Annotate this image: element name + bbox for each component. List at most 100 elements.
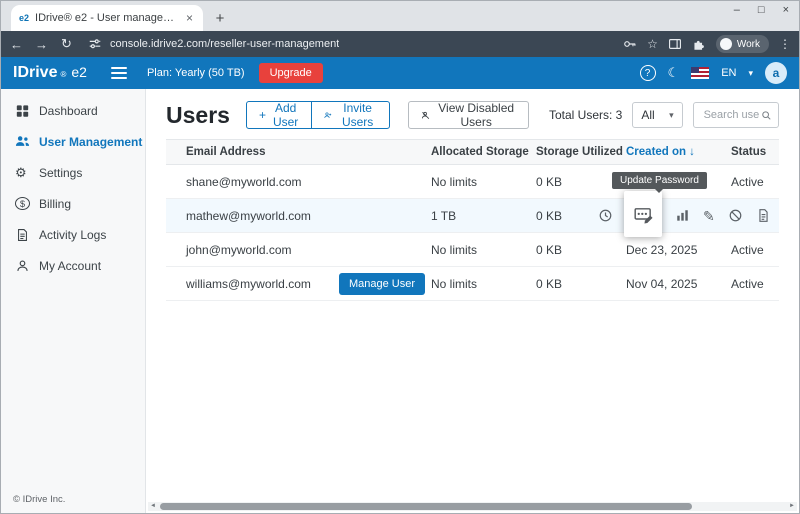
created-on-label: Created on bbox=[626, 146, 686, 158]
tab-favicon-icon: e2 bbox=[19, 13, 29, 23]
sidebar-item-label: User Management bbox=[39, 135, 142, 149]
allocated-cell: 1 TB bbox=[431, 209, 536, 223]
total-users-label: Total Users: 3 bbox=[549, 108, 622, 122]
table-header-row: Email Address Allocated Storage Storage … bbox=[166, 139, 779, 165]
hamburger-menu-icon[interactable] bbox=[111, 67, 127, 79]
created-cell: Nov 04, 2025 bbox=[626, 277, 731, 291]
allocated-cell: No limits bbox=[431, 243, 536, 257]
forward-icon[interactable]: → bbox=[34, 37, 49, 52]
url-text: console.idrive2.com/reseller-user-manage… bbox=[110, 38, 339, 50]
side-panel-icon[interactable] bbox=[668, 37, 682, 51]
browser-tab[interactable]: e2 IDrive® e2 - User management × bbox=[11, 5, 203, 31]
app-body: Dashboard User Management ⚙ Settings $ B… bbox=[1, 89, 799, 513]
dashboard-icon bbox=[15, 104, 30, 118]
table-row[interactable]: mathew@myworld.com 1 TB 0 KB bbox=[166, 199, 779, 233]
tab-strip: e2 IDrive® e2 - User management × + – □ … bbox=[1, 1, 799, 31]
view-disabled-users-button[interactable]: View Disabled Users bbox=[408, 101, 529, 129]
billing-dollar-icon: $ bbox=[15, 197, 30, 210]
created-cell: Dec 23, 2025 bbox=[626, 243, 731, 257]
browser-window: e2 IDrive® e2 - User management × + – □ … bbox=[0, 0, 800, 514]
language-label[interactable]: EN bbox=[721, 67, 736, 79]
profile-avatar-icon bbox=[720, 38, 732, 50]
email-cell: john@myworld.com bbox=[166, 243, 431, 257]
copyright-text: © IDrive Inc. bbox=[13, 494, 65, 505]
gear-icon: ⚙ bbox=[15, 166, 30, 179]
site-info-icon[interactable] bbox=[88, 37, 102, 51]
table-row[interactable]: john@myworld.com No limits 0 KB Dec 23, … bbox=[166, 233, 779, 267]
back-icon[interactable]: ← bbox=[9, 37, 24, 52]
close-icon[interactable]: × bbox=[783, 4, 789, 16]
dark-mode-moon-icon[interactable]: ☾ bbox=[668, 65, 680, 81]
user-filter-select[interactable]: All ▾ bbox=[632, 102, 682, 128]
scroll-left-icon[interactable]: ◄ bbox=[148, 502, 158, 511]
sidebar-item-label: My Account bbox=[39, 259, 101, 273]
sidebar-item-settings[interactable]: ⚙ Settings bbox=[1, 157, 145, 188]
browser-menu-icon[interactable]: ⋮ bbox=[779, 37, 791, 51]
col-header-allocated: Allocated Storage bbox=[431, 146, 536, 158]
horizontal-scrollbar[interactable]: ◄ ► bbox=[148, 502, 797, 511]
table-row[interactable]: williams@myworld.com Manage User No limi… bbox=[166, 267, 779, 301]
extensions-puzzle-icon[interactable] bbox=[692, 37, 706, 51]
email-cell: mathew@myworld.com bbox=[166, 209, 431, 223]
col-header-created[interactable]: Created on ↓ bbox=[626, 146, 731, 158]
update-password-button[interactable] bbox=[624, 191, 662, 237]
add-user-button[interactable]: + Add User bbox=[246, 101, 312, 129]
tab-title: IDrive® e2 - User management bbox=[35, 12, 178, 24]
logo-brand: IDrive bbox=[13, 64, 57, 82]
search-box bbox=[693, 102, 779, 128]
account-person-icon bbox=[15, 259, 30, 273]
minimize-icon[interactable]: – bbox=[734, 4, 740, 16]
search-input[interactable] bbox=[702, 108, 762, 122]
sidebar-item-label: Billing bbox=[39, 197, 71, 211]
scroll-right-icon[interactable]: ► bbox=[787, 502, 797, 511]
bookmark-star-icon[interactable]: ☆ bbox=[647, 37, 658, 51]
browser-profile-chip[interactable]: Work bbox=[716, 35, 769, 53]
edit-pencil-icon[interactable]: ✎ bbox=[703, 209, 715, 223]
access-history-clock-icon[interactable] bbox=[598, 208, 613, 223]
upgrade-button[interactable]: Upgrade bbox=[259, 63, 323, 83]
email-cell: williams@myworld.com Manage User bbox=[166, 273, 431, 295]
invite-users-label: Invite Users bbox=[338, 101, 377, 129]
sidebar: Dashboard User Management ⚙ Settings $ B… bbox=[1, 89, 146, 513]
sidebar-item-activity-logs[interactable]: Activity Logs bbox=[1, 219, 145, 250]
idrive-logo[interactable]: IDrive ® e2 bbox=[13, 64, 87, 82]
reload-icon[interactable]: ↻ bbox=[59, 36, 74, 52]
new-tab-button[interactable]: + bbox=[209, 7, 231, 29]
toolbar-actions: ☆ Work ⋮ bbox=[623, 35, 791, 53]
invite-users-button[interactable]: Invite Users bbox=[311, 101, 390, 129]
page-title: Users bbox=[166, 102, 230, 129]
logo-product: e2 bbox=[71, 64, 87, 80]
sidebar-item-my-account[interactable]: My Account bbox=[1, 250, 145, 281]
scrollbar-thumb[interactable] bbox=[160, 503, 692, 510]
email-text: williams@myworld.com bbox=[186, 277, 311, 291]
utilized-cell: 0 KB bbox=[536, 277, 626, 291]
sidebar-item-dashboard[interactable]: Dashboard bbox=[1, 95, 145, 126]
maximize-icon[interactable]: □ bbox=[758, 4, 765, 16]
sidebar-item-billing[interactable]: $ Billing bbox=[1, 188, 145, 219]
sidebar-item-label: Dashboard bbox=[39, 104, 98, 118]
usage-stats-icon[interactable] bbox=[675, 208, 690, 223]
user-actions-group: + Add User Invite Users bbox=[246, 101, 390, 129]
plus-icon: + bbox=[259, 108, 266, 122]
view-disabled-label: View Disabled Users bbox=[436, 101, 516, 129]
us-flag-icon bbox=[691, 67, 709, 79]
filter-value: All bbox=[641, 108, 654, 122]
chevron-down-icon: ▾ bbox=[669, 110, 674, 121]
tab-close-icon[interactable]: × bbox=[184, 11, 195, 25]
language-caret-icon[interactable]: ▾ bbox=[748, 68, 753, 79]
update-password-icon bbox=[634, 205, 653, 224]
disable-user-icon[interactable] bbox=[728, 208, 743, 223]
header-actions: ? ☾ EN ▾ a bbox=[640, 62, 787, 84]
manage-user-button[interactable]: Manage User bbox=[339, 273, 425, 295]
sidebar-item-user-management[interactable]: User Management bbox=[1, 126, 145, 157]
browser-toolbar: ← → ↻ console.idrive2.com/reseller-user-… bbox=[1, 31, 799, 57]
help-icon[interactable]: ? bbox=[640, 65, 656, 81]
user-logs-file-icon[interactable] bbox=[756, 208, 771, 223]
password-key-icon[interactable] bbox=[623, 37, 637, 51]
users-icon bbox=[15, 134, 30, 149]
profile-label: Work bbox=[737, 39, 760, 50]
user-avatar[interactable]: a bbox=[765, 62, 787, 84]
add-user-label: Add User bbox=[272, 101, 299, 129]
address-bar[interactable]: console.idrive2.com/reseller-user-manage… bbox=[84, 37, 613, 51]
search-icon[interactable] bbox=[761, 109, 772, 122]
